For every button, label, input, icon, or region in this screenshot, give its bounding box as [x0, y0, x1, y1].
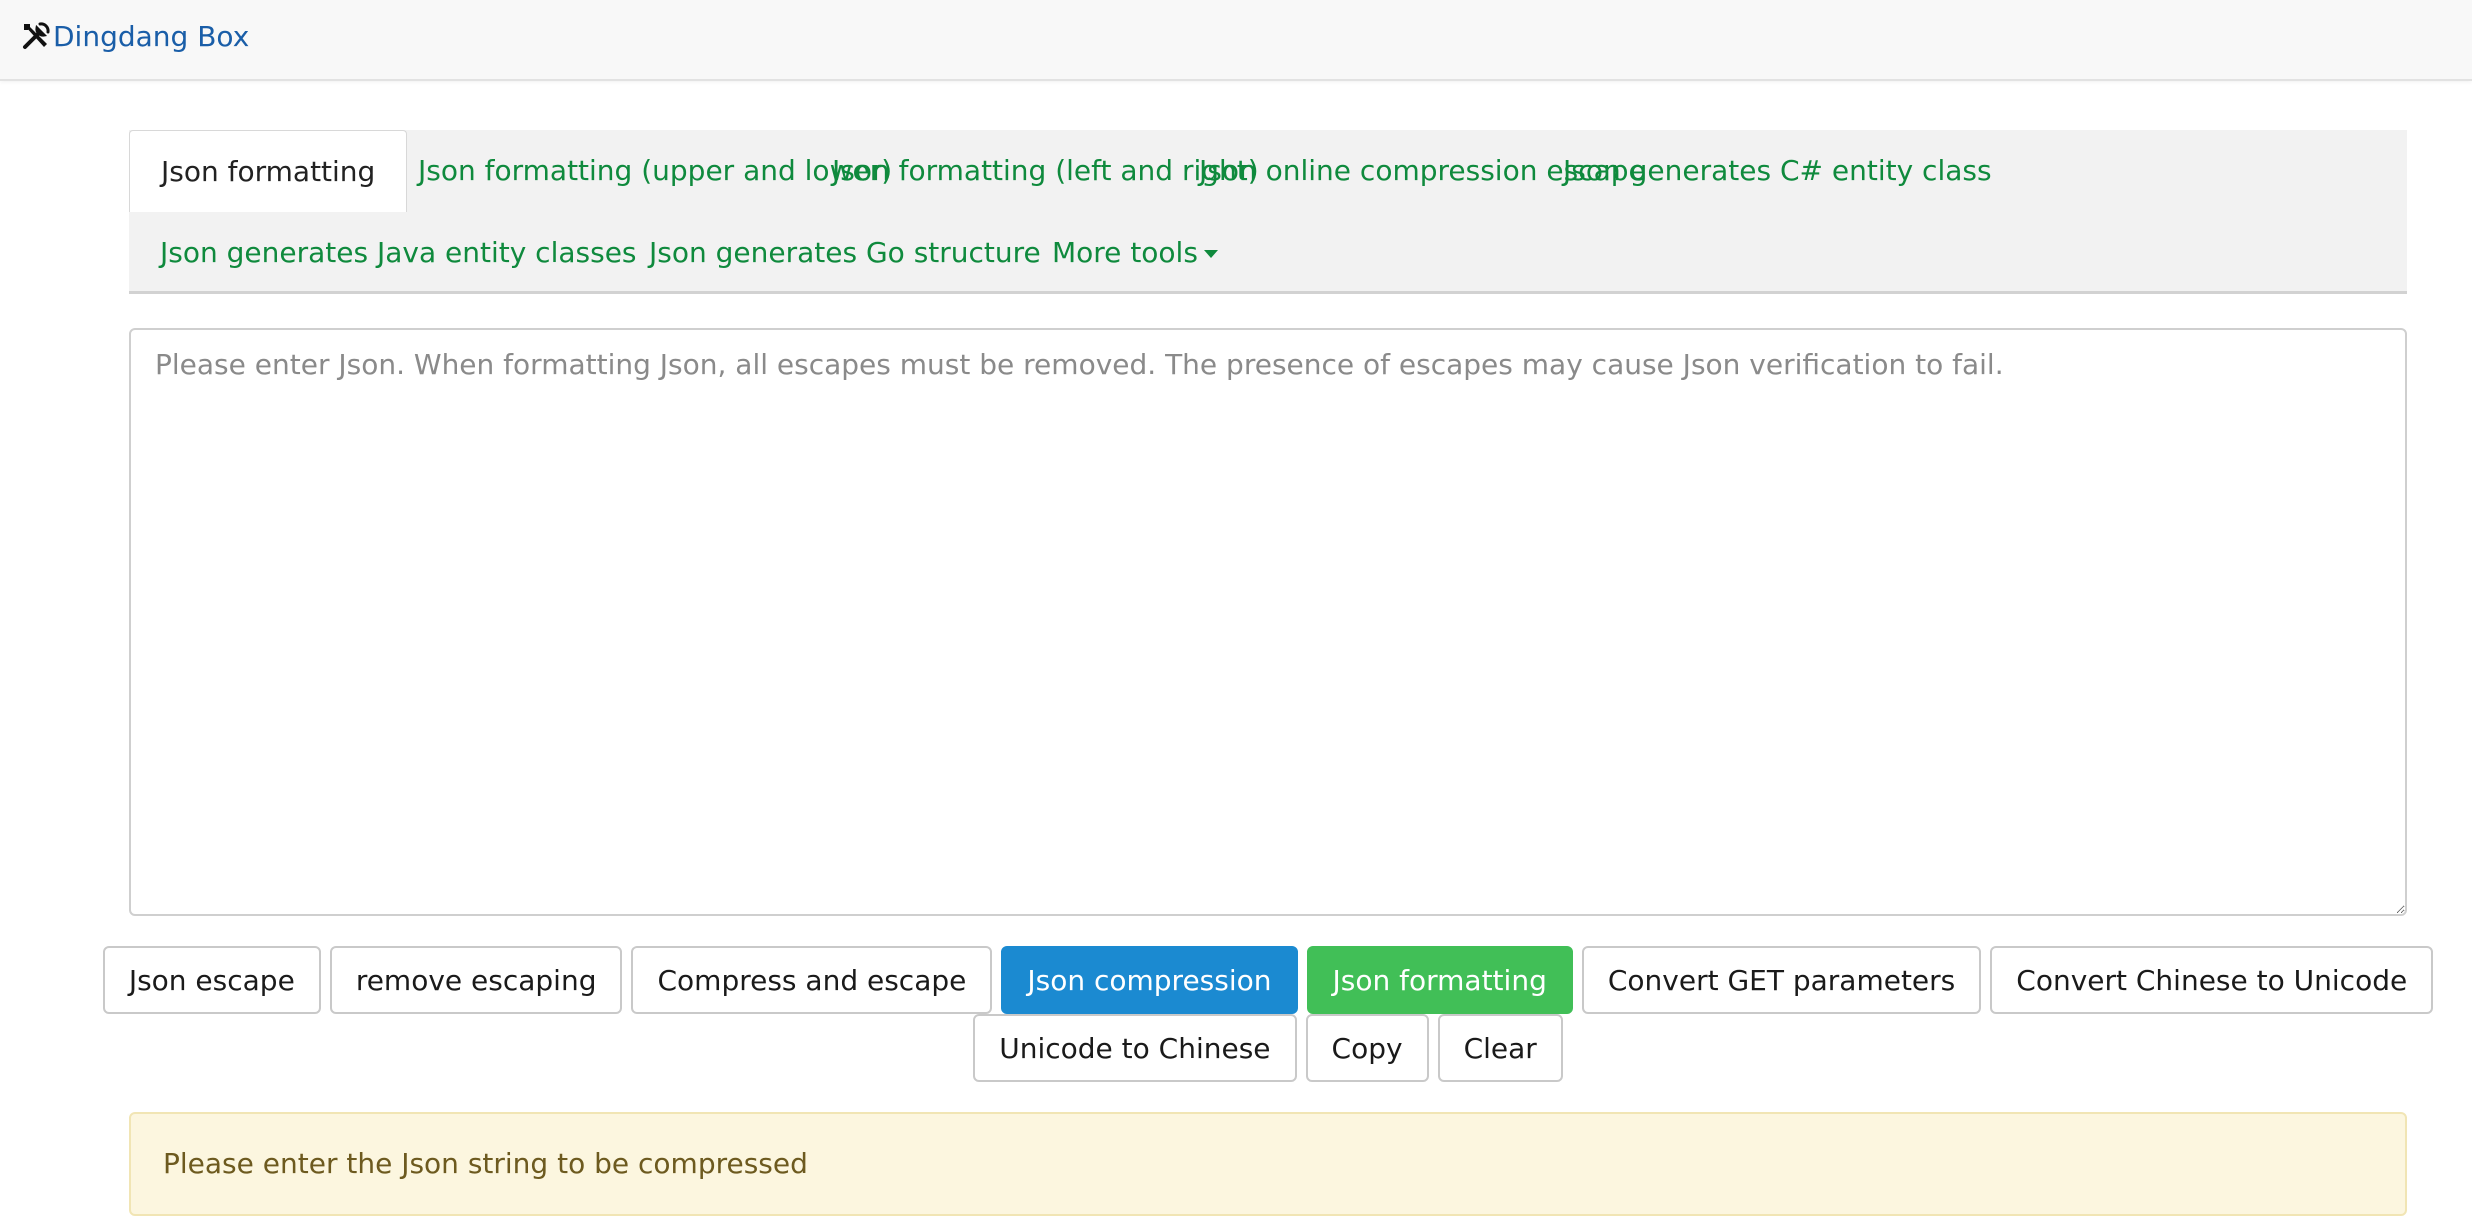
tool-tabs: Json formatting Json formatting (upper a…	[129, 130, 2407, 294]
copy-button[interactable]: Copy	[1305, 1014, 1429, 1082]
json-escape-button[interactable]: Json escape	[102, 946, 321, 1014]
tab-json-csharp-entity[interactable]: Json generates C# entity class	[1532, 130, 2023, 212]
top-navbar: Dingdang Box	[0, 0, 2472, 81]
compress-and-escape-button[interactable]: Compress and escape	[631, 946, 993, 1014]
remove-escaping-button[interactable]: remove escaping	[329, 946, 623, 1014]
json-input[interactable]	[129, 328, 2407, 916]
tab-json-java-entity[interactable]: Json generates Java entity classes	[129, 212, 668, 294]
json-formatting-button[interactable]: Json formatting	[1306, 946, 1573, 1014]
tab-json-go-structure[interactable]: Json generates Go structure	[618, 212, 1072, 294]
convert-get-parameters-button[interactable]: Convert GET parameters	[1581, 946, 1982, 1014]
convert-chinese-to-unicode-button[interactable]: Convert Chinese to Unicode	[1990, 946, 2434, 1014]
brand-link[interactable]: Dingdang Box	[20, 16, 249, 56]
status-alert: Please enter the Json string to be compr…	[129, 1112, 2407, 1216]
tab-json-formatting[interactable]: Json formatting	[129, 130, 408, 212]
tools-icon	[20, 20, 52, 52]
status-message: Please enter the Json string to be compr…	[163, 1147, 808, 1180]
action-buttons-row-1: Json escape remove escaping Compress and…	[102, 946, 2434, 1014]
caret-down-icon	[1203, 250, 1218, 258]
tab-more-tools[interactable]: More tools	[1021, 212, 1249, 294]
action-buttons-row-2: Unicode to Chinese Copy Clear	[129, 1014, 2407, 1082]
brand-name: Dingdang Box	[53, 19, 250, 53]
json-compression-button[interactable]: Json compression	[1001, 946, 1298, 1014]
clear-button[interactable]: Clear	[1437, 1014, 1563, 1082]
more-tools-label: More tools	[1052, 236, 1198, 269]
unicode-to-chinese-button[interactable]: Unicode to Chinese	[973, 1014, 1297, 1082]
